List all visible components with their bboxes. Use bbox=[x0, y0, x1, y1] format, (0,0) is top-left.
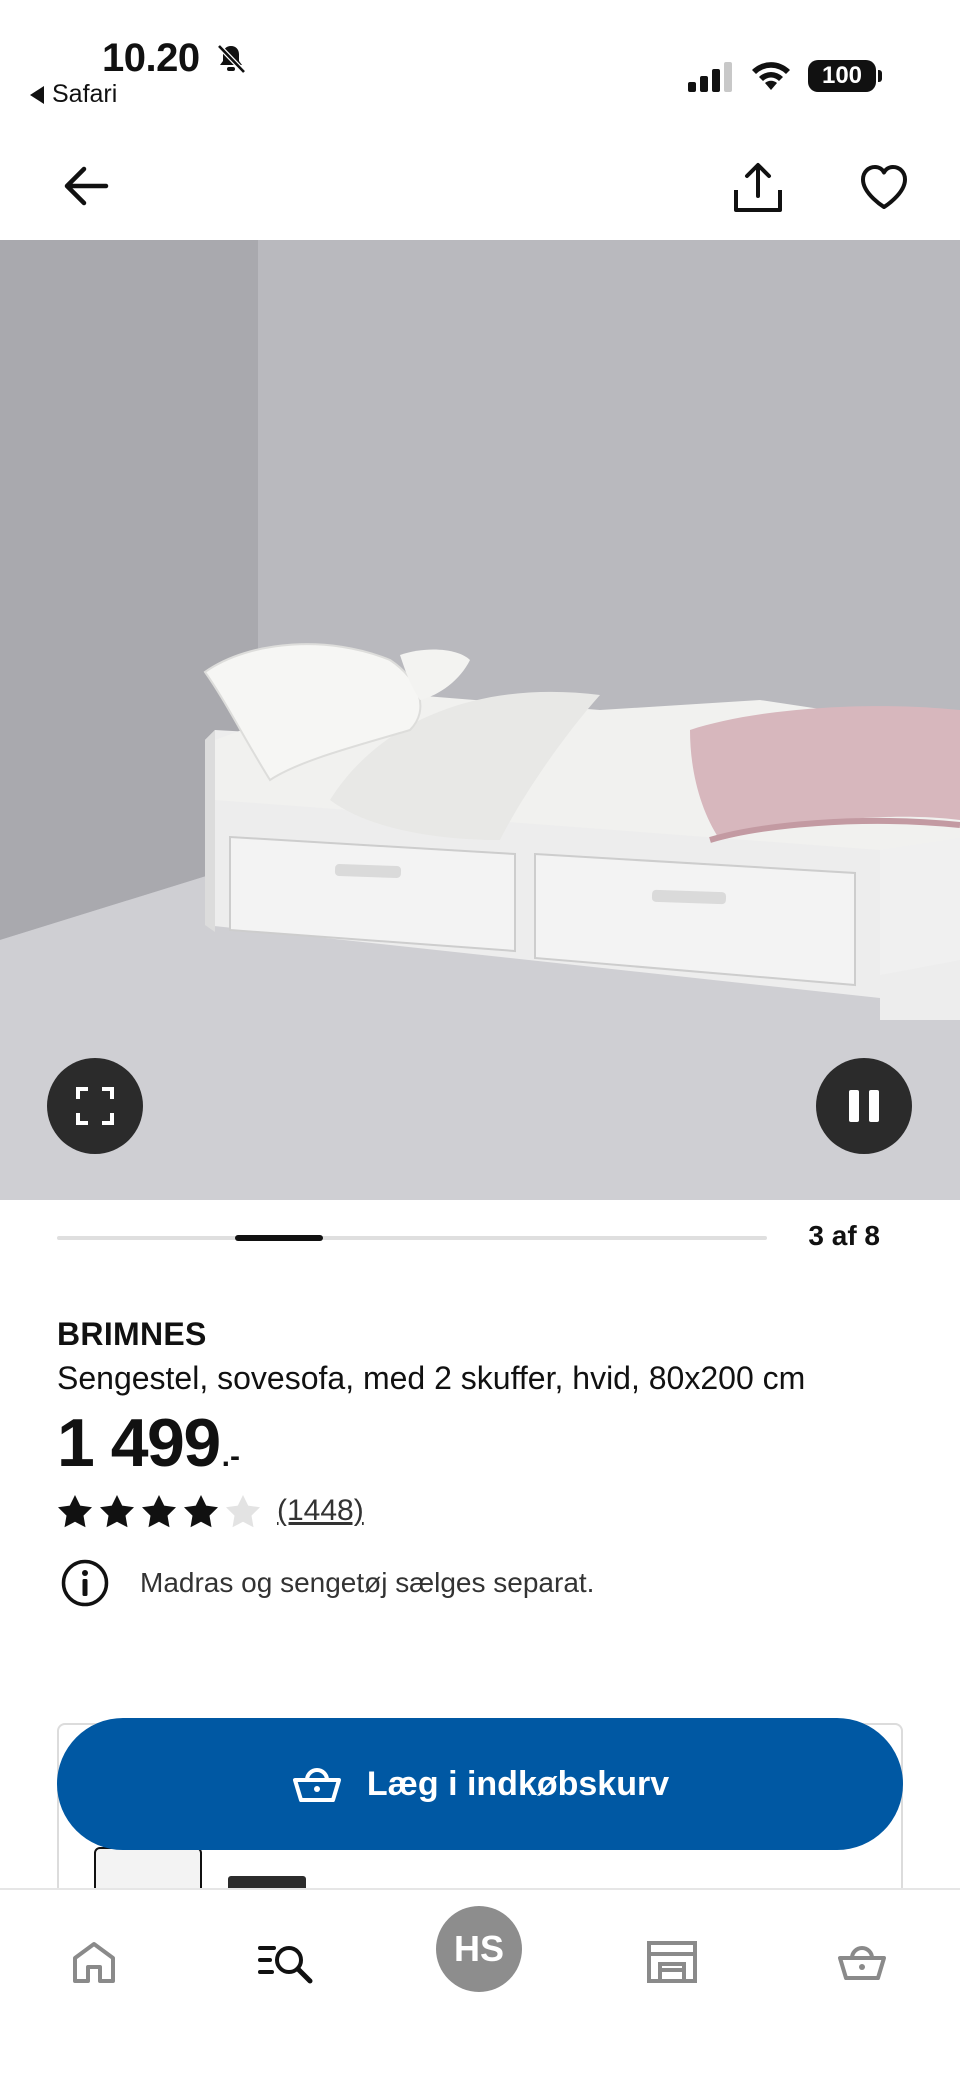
product-brand: BRIMNES bbox=[57, 1316, 207, 1352]
star-filled-icon bbox=[58, 1495, 92, 1528]
notice-text: Madras og sengetøj sælges separat. bbox=[140, 1567, 595, 1598]
basket-icon bbox=[838, 1946, 886, 1980]
tab-store[interactable] bbox=[640, 1930, 704, 1994]
basket-icon bbox=[292, 1768, 341, 1802]
back-to-app-link[interactable]: Safari bbox=[30, 80, 117, 109]
add-to-cart-label: Læg i indkøbskurv bbox=[366, 1764, 670, 1803]
profile-avatar[interactable]: HS bbox=[436, 1906, 522, 1992]
add-to-cart-button[interactable]: Læg i indkøbskurv bbox=[57, 1718, 903, 1850]
status-time: 10.20 bbox=[102, 36, 200, 80]
star-filled-icon bbox=[100, 1495, 134, 1528]
gallery-progress-bar[interactable] bbox=[57, 1235, 767, 1241]
tab-search[interactable] bbox=[254, 1930, 318, 1994]
product-description: Sengestel, sovesofa, med 2 skuffer, hvid… bbox=[57, 1360, 806, 1396]
status-bar: 10.20 Safari 100 bbox=[0, 0, 960, 130]
product-rating[interactable]: (1448) bbox=[57, 1494, 364, 1528]
separate-sale-notice: Madras og sengetøj sælges separat. bbox=[60, 1558, 594, 1608]
search-list-icon bbox=[258, 1946, 313, 1984]
wifi-icon bbox=[752, 62, 790, 90]
store-icon bbox=[647, 1941, 697, 1983]
info-icon bbox=[61, 1559, 109, 1607]
back-app-label: Safari bbox=[52, 80, 118, 108]
bell-muted-icon bbox=[217, 44, 246, 74]
arrow-left-icon[interactable] bbox=[60, 160, 112, 212]
product-image-daybed bbox=[0, 240, 960, 1200]
heart-icon[interactable] bbox=[858, 162, 910, 214]
star-empty-icon bbox=[226, 1495, 260, 1528]
gallery-progress-thumb bbox=[234, 1235, 324, 1241]
share-icon[interactable] bbox=[730, 160, 786, 216]
star-filled-icon bbox=[142, 1495, 176, 1528]
pause-icon bbox=[849, 1090, 879, 1122]
cellular-signal-icon bbox=[688, 62, 732, 92]
fullscreen-icon bbox=[76, 1087, 114, 1125]
home-icon bbox=[73, 1942, 115, 1983]
fullscreen-button[interactable] bbox=[47, 1058, 143, 1154]
slide-counter: 3 af 8 bbox=[808, 1220, 880, 1251]
price-suffix: .- bbox=[221, 1440, 240, 1473]
review-count-link[interactable]: (1448) bbox=[277, 1494, 364, 1528]
bottom-tab-bar: HS bbox=[0, 1888, 960, 2087]
battery-indicator: 100 bbox=[808, 60, 882, 92]
star-filled-icon bbox=[184, 1495, 218, 1528]
tab-home[interactable] bbox=[62, 1930, 126, 1994]
product-price: 1 499 .- bbox=[57, 1404, 240, 1482]
back-triangle-icon bbox=[30, 85, 44, 104]
product-image-gallery[interactable] bbox=[0, 240, 960, 1200]
rating-stars bbox=[57, 1494, 261, 1528]
pause-button[interactable] bbox=[816, 1058, 912, 1154]
tab-cart[interactable] bbox=[830, 1930, 894, 1994]
price-value: 1 499 bbox=[57, 1405, 221, 1481]
